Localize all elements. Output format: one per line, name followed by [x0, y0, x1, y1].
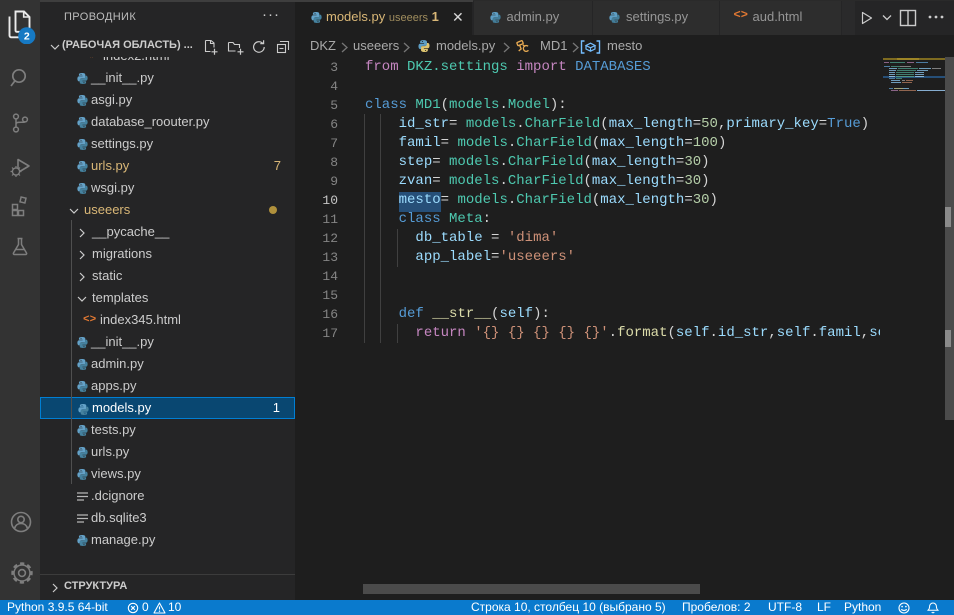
svg-text:2: 2	[24, 31, 30, 43]
